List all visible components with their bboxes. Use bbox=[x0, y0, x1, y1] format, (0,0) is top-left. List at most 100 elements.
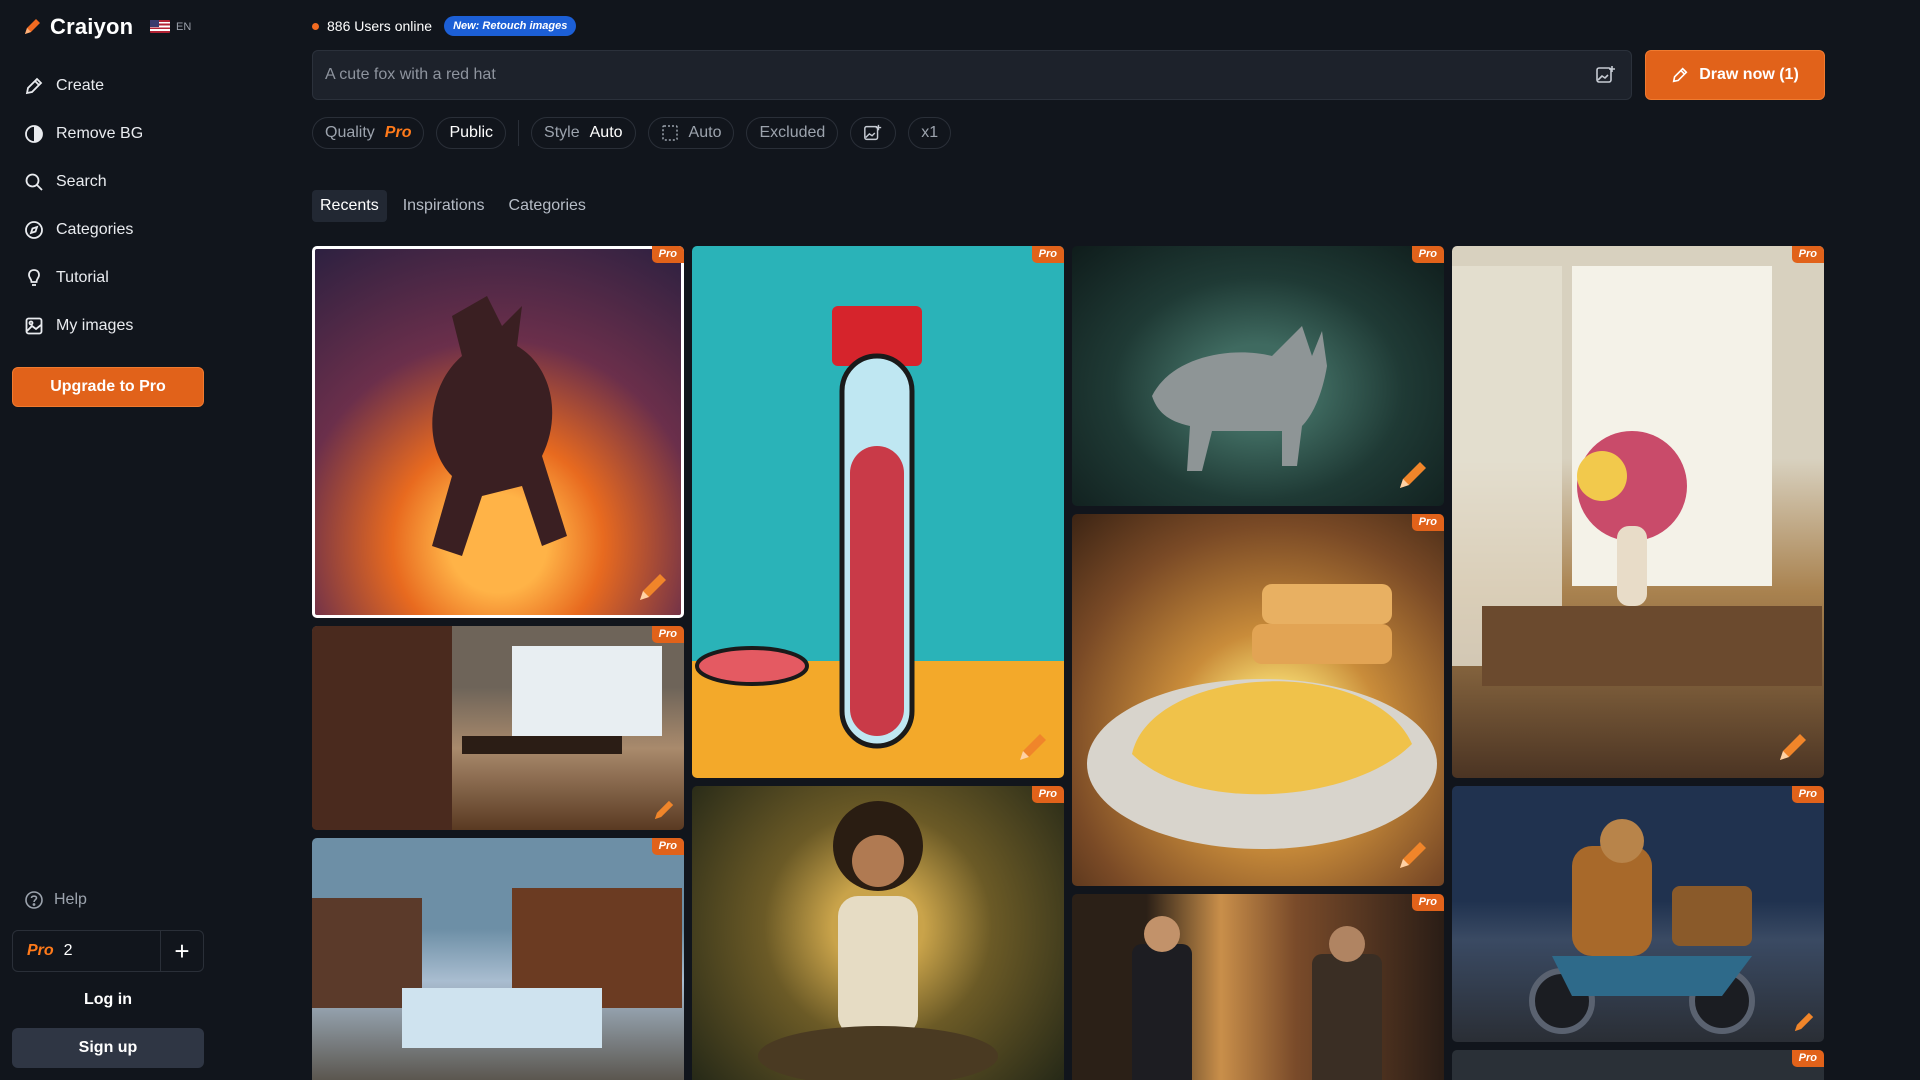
retouch-pencil-icon[interactable] bbox=[1776, 730, 1810, 764]
image-bottom-partial[interactable]: Pro bbox=[1452, 1050, 1824, 1080]
pencil-logo-icon bbox=[25, 19, 40, 34]
sidebar-item-categories[interactable]: Categories bbox=[12, 206, 202, 254]
pro-badge: Pro bbox=[1031, 786, 1064, 803]
sidebar-item-label: Create bbox=[56, 77, 105, 94]
omelette-plate bbox=[1087, 584, 1437, 849]
draw-now-button[interactable]: Draw now (1) bbox=[1645, 50, 1825, 100]
quality-label: Quality bbox=[325, 124, 375, 141]
retouch-pencil-icon[interactable] bbox=[1396, 838, 1430, 872]
excluded-selector[interactable]: Excluded bbox=[746, 117, 839, 149]
retouch-pencil-icon[interactable] bbox=[1792, 1010, 1816, 1034]
pencil-icon bbox=[1672, 67, 1688, 83]
image-count-value: x1 bbox=[921, 124, 939, 141]
image-test-tube-lab[interactable]: Pro bbox=[692, 246, 1064, 778]
sidebar-item-tutorial[interactable]: Tutorial bbox=[12, 254, 202, 302]
sidebar-item-label: Categories bbox=[56, 221, 134, 238]
image-upload-icon[interactable] bbox=[1595, 64, 1617, 86]
pencil-icon bbox=[25, 77, 43, 95]
excluded-label: Excluded bbox=[759, 124, 826, 141]
compass-icon bbox=[25, 221, 43, 239]
sidebar-nav: Create Remove BG Search Categories Tutor… bbox=[12, 62, 202, 350]
sidebar-item-remove-bg[interactable]: Remove BG bbox=[12, 110, 202, 158]
options-bar: Quality Pro Public Style Auto Auto Exclu… bbox=[312, 116, 952, 150]
image-icon bbox=[25, 317, 43, 335]
quality-value: Pro bbox=[384, 124, 412, 141]
image-wolf-forest[interactable]: Pro bbox=[1072, 246, 1444, 506]
online-text: 886 Users online bbox=[327, 18, 433, 34]
online-dot-icon bbox=[312, 22, 319, 30]
us-flag-icon bbox=[150, 20, 170, 33]
pro-badge: Pro bbox=[651, 626, 684, 643]
sidebar-item-label: Tutorial bbox=[56, 269, 109, 286]
street-figures bbox=[1132, 916, 1382, 1080]
aspect-ratio-selector[interactable]: Auto bbox=[647, 117, 735, 149]
image-count-selector[interactable]: x1 bbox=[908, 117, 952, 149]
style-label: Style bbox=[544, 124, 580, 141]
language-code: EN bbox=[176, 20, 192, 33]
image-prompt-button[interactable] bbox=[850, 117, 897, 149]
login-button[interactable]: Log in bbox=[12, 980, 204, 1020]
visibility-value: Public bbox=[449, 124, 494, 141]
pro-badge: Pro bbox=[651, 246, 684, 263]
retouch-pencil-icon[interactable] bbox=[1396, 458, 1430, 492]
image-gallery: Pro Pro Pro Pro Pro Pro Pro Pro Pro Pro … bbox=[312, 246, 1824, 1080]
pro-badge: Pro bbox=[1411, 514, 1444, 531]
scooter-rider bbox=[1529, 819, 1755, 1034]
image-scooter-delivery[interactable]: Pro bbox=[1452, 786, 1824, 1042]
new-feature-badge[interactable]: New: Retouch images bbox=[444, 16, 577, 36]
retouch-pencil-icon[interactable] bbox=[652, 798, 676, 822]
image-window-flowers[interactable]: Pro bbox=[1452, 246, 1824, 778]
tab-recents[interactable]: Recents bbox=[312, 190, 387, 222]
search-icon bbox=[25, 173, 43, 191]
window-flowers bbox=[1452, 266, 1822, 686]
style-selector[interactable]: Style Auto bbox=[531, 117, 636, 149]
app-name: Craiyon bbox=[50, 14, 134, 39]
aspect-ratio-icon bbox=[661, 125, 678, 141]
help-icon bbox=[25, 891, 43, 909]
gallery-tabs: Recents Inspirations Categories bbox=[312, 190, 594, 222]
language-selector[interactable]: EN bbox=[150, 20, 191, 33]
logo[interactable]: Craiyon bbox=[22, 14, 133, 40]
upgrade-button[interactable]: Upgrade to Pro bbox=[12, 367, 204, 407]
credits-box: Pro 2 + bbox=[12, 930, 204, 972]
draw-now-label: Draw now (1) bbox=[1699, 66, 1799, 83]
image-winter-market[interactable]: Pro bbox=[312, 838, 684, 1080]
quality-selector[interactable]: Quality Pro bbox=[312, 117, 425, 149]
pro-badge: Pro bbox=[1411, 246, 1444, 263]
sidebar-item-create[interactable]: Create bbox=[12, 62, 202, 110]
divider bbox=[518, 120, 520, 146]
tab-inspirations[interactable]: Inspirations bbox=[395, 190, 493, 222]
aspect-ratio-value: Auto bbox=[688, 124, 722, 141]
prompt-bar bbox=[312, 50, 1632, 100]
help-label: Help bbox=[54, 891, 87, 908]
style-value: Auto bbox=[589, 124, 623, 141]
sidebar-item-my-images[interactable]: My images bbox=[12, 302, 202, 350]
visibility-toggle[interactable]: Public bbox=[436, 117, 507, 149]
add-credits-button[interactable]: + bbox=[160, 931, 203, 971]
pro-badge: Pro bbox=[651, 838, 684, 855]
office-decor bbox=[312, 626, 662, 830]
lightbulb-icon bbox=[28, 269, 40, 286]
credits-count: 2 bbox=[63, 942, 73, 959]
help-link[interactable]: Help bbox=[24, 890, 87, 910]
sidebar-item-label: My images bbox=[56, 317, 134, 334]
prompt-input[interactable] bbox=[313, 65, 1595, 85]
signup-button[interactable]: Sign up bbox=[12, 1028, 204, 1068]
sidebar-item-search[interactable]: Search bbox=[12, 158, 202, 206]
half-circle-icon bbox=[25, 125, 43, 143]
retouch-pencil-icon[interactable] bbox=[636, 570, 670, 604]
tab-categories[interactable]: Categories bbox=[501, 190, 594, 222]
sidebar-item-label: Remove BG bbox=[56, 125, 144, 142]
pro-badge: Pro bbox=[1791, 1050, 1824, 1067]
retouch-pencil-icon[interactable] bbox=[1016, 730, 1050, 764]
image-office-room[interactable]: Pro bbox=[312, 626, 684, 830]
monster-silhouette bbox=[432, 296, 567, 556]
sidebar-item-label: Search bbox=[56, 173, 107, 190]
image-monster-sunset[interactable]: Pro bbox=[312, 246, 684, 618]
meditating-figure bbox=[758, 801, 998, 1080]
pro-badge: Pro bbox=[1791, 246, 1824, 263]
image-omelette-toast[interactable]: Pro bbox=[1072, 514, 1444, 886]
image-street-men[interactable]: Pro bbox=[1072, 894, 1444, 1080]
image-meditating-man[interactable]: Pro bbox=[692, 786, 1064, 1080]
image-add-icon bbox=[864, 124, 882, 141]
